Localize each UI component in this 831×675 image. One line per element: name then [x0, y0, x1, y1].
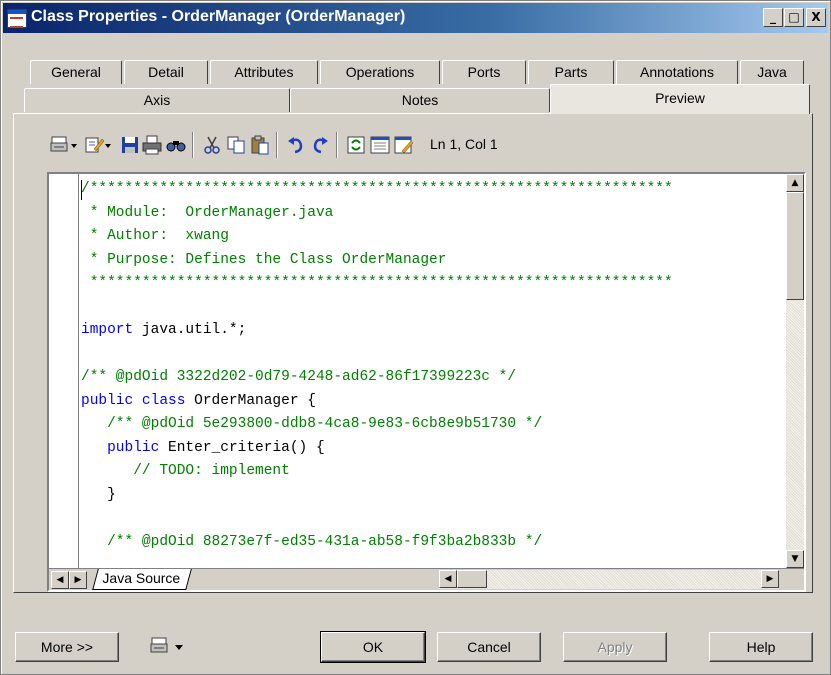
code-token: OrderManager {: [185, 392, 316, 409]
code-line: ​: [81, 507, 781, 531]
separator: [276, 132, 278, 158]
code-line: public Enter_criteria() {: [81, 437, 781, 461]
save-icon[interactable]: [120, 135, 140, 155]
chevron-down-icon[interactable]: [70, 135, 80, 155]
code-token: /** @pdOid 3322d202-0d79-4248-ad62-86f17…: [81, 369, 517, 385]
tab-general[interactable]: General: [30, 60, 122, 84]
printer-icon[interactable]: [142, 135, 162, 155]
vertical-scrollbar[interactable]: ▲ ▼: [786, 174, 804, 568]
print-icon[interactable]: [150, 636, 170, 656]
code-token: /***************************************…: [81, 181, 673, 197]
code-token: /** @pdOid 88273e7f-ed35-431a-ab58-f9f3b…: [81, 533, 543, 550]
editor-bottom-bar: ◀ ▶ Java Source ◀ ▶: [49, 568, 804, 590]
tab-detail[interactable]: Detail: [124, 60, 208, 84]
code-line: ​: [81, 343, 781, 367]
edit-icon[interactable]: [84, 135, 105, 155]
code-token: Enter_criteria() {: [159, 439, 325, 456]
tab-operations[interactable]: Operations: [320, 60, 440, 84]
tab-attributes[interactable]: Attributes: [210, 60, 318, 84]
code-token: public class: [81, 392, 186, 409]
apply-button: Apply: [563, 632, 667, 662]
tab-scroll-right-icon[interactable]: ▶: [69, 571, 87, 589]
copy-icon[interactable]: [226, 135, 246, 155]
scroll-right-icon[interactable]: ▶: [761, 570, 779, 588]
title-bar[interactable]: Class Properties - OrderManager (OrderMa…: [3, 3, 828, 33]
maximize-button[interactable]: □: [784, 8, 804, 27]
print-icon[interactable]: [50, 135, 70, 155]
java-source-tab[interactable]: Java Source: [92, 569, 192, 590]
undo-icon[interactable]: [286, 135, 306, 155]
code-token: ****************************************…: [81, 275, 673, 291]
code-line: * Purpose: Defines the Class OrderManage…: [81, 249, 781, 273]
tab-ports[interactable]: Ports: [442, 60, 526, 84]
code-token: java.util.*;: [133, 322, 247, 338]
code-token: /** @pdOid 5e293800-ddb8-4ca8-9e83-6cb8e…: [81, 416, 543, 432]
code-line: /** @pdOid 88273e7f-ed35-431a-ab58-f9f3b…: [81, 531, 781, 555]
code-token: * Author: xwang: [81, 228, 229, 244]
edit-template-icon[interactable]: [394, 135, 414, 155]
vertical-scroll-thumb[interactable]: [786, 192, 804, 300]
code-text[interactable]: /***************************************…: [81, 178, 781, 566]
text-cursor: [81, 180, 82, 200]
cancel-button[interactable]: Cancel: [437, 632, 541, 662]
close-button[interactable]: X: [806, 8, 826, 27]
horizontal-scrollbar[interactable]: ◀ ▶: [439, 570, 779, 589]
cut-icon[interactable]: [202, 135, 222, 155]
code-line: * Module: OrderManager.java: [81, 202, 781, 226]
horizontal-scroll-thumb[interactable]: [457, 570, 487, 588]
find-icon[interactable]: [166, 135, 186, 155]
refresh-icon[interactable]: [346, 135, 366, 155]
help-button[interactable]: Help: [709, 632, 813, 662]
tab-java[interactable]: Java: [740, 60, 804, 84]
code-token: // TODO: implement: [81, 463, 290, 479]
code-token: public: [107, 439, 160, 456]
java-source-tab-label: Java Source: [102, 570, 181, 586]
tab-axis[interactable]: Axis: [24, 88, 290, 112]
tab-notes[interactable]: Notes: [290, 88, 550, 112]
code-line: * Author: xwang: [81, 225, 781, 249]
window-title: Class Properties - OrderManager (OrderMa…: [31, 8, 406, 25]
code-token: * Purpose: Defines the Class OrderManage…: [81, 251, 447, 268]
code-line: /***************************************…: [81, 178, 781, 202]
cursor-position: Ln 1, Col 1: [430, 136, 498, 152]
tab-preview[interactable]: Preview: [550, 84, 810, 114]
chevron-down-icon[interactable]: [104, 135, 114, 155]
chevron-down-icon[interactable]: [174, 636, 186, 656]
code-token: import: [81, 322, 134, 338]
code-line: /** @pdOid 3322d202-0d79-4248-ad62-86f17…: [81, 366, 781, 390]
code-line: // TODO: implement: [81, 460, 781, 484]
code-line: ****************************************…: [81, 272, 781, 296]
tab-parts[interactable]: Parts: [528, 60, 614, 84]
minimize-button[interactable]: _: [763, 8, 783, 27]
code-line: ​: [81, 296, 781, 320]
editor-margin: [49, 174, 79, 568]
code-line: import java.util.*;: [81, 319, 781, 343]
ok-button[interactable]: OK: [320, 631, 426, 663]
more-button[interactable]: More >>: [15, 632, 119, 662]
preview-toolbar: Ln 1, Col 1: [20, 126, 720, 164]
scroll-down-icon[interactable]: ▼: [786, 550, 804, 568]
code-line: ​: [81, 554, 781, 566]
code-token: }: [81, 486, 116, 503]
code-line: /** @pdOid 5e293800-ddb8-4ca8-9e83-6cb8e…: [81, 413, 781, 437]
tab-scroll-left-icon[interactable]: ◀: [51, 571, 69, 589]
code-editor[interactable]: /***************************************…: [47, 172, 806, 592]
code-token: * Module: OrderManager.java: [81, 204, 334, 221]
scroll-up-icon[interactable]: ▲: [786, 174, 804, 192]
scroll-left-icon[interactable]: ◀: [439, 570, 457, 588]
code-line: public class OrderManager {: [81, 390, 781, 414]
class-properties-icon: [7, 9, 27, 28]
redo-icon[interactable]: [310, 135, 330, 155]
separator: [336, 132, 338, 158]
tab-annotations[interactable]: Annotations: [616, 60, 738, 84]
separator: [192, 132, 194, 158]
paste-icon[interactable]: [250, 135, 270, 155]
code-line: }: [81, 484, 781, 508]
properties-icon[interactable]: [370, 135, 390, 155]
